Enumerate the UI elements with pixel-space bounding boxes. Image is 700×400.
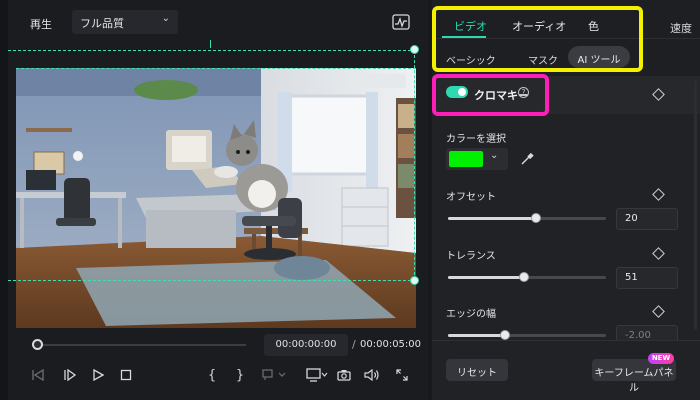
keyframe-diamond-icon[interactable] [652, 247, 665, 260]
inspector-scrollbar[interactable] [694, 80, 697, 330]
mark-in-icon[interactable]: { [202, 364, 222, 386]
slider-fill [448, 334, 505, 337]
chevron-down-icon: ⌄ [161, 13, 170, 24]
guide-right-line [414, 50, 415, 280]
color-picker-dropdown[interactable]: ⌄ [446, 148, 508, 170]
playback-controls: { } [8, 364, 428, 390]
resize-handle-top-right[interactable] [410, 45, 419, 54]
mark-out-icon[interactable]: } [230, 364, 250, 386]
preview-toolbar: 再生 フル品質 ⌄ [8, 0, 428, 44]
time-separator: / [352, 338, 356, 351]
playhead-knob[interactable] [32, 339, 43, 350]
snapshot-icon[interactable] [334, 364, 354, 386]
insert-marker-icon[interactable] [260, 364, 290, 386]
room-cat-scene [16, 68, 416, 328]
waveform-icon[interactable] [392, 14, 410, 30]
inspector-footer: リセット キーフレームパネル NEW [432, 340, 700, 400]
param-value-input[interactable]: 51 [616, 267, 678, 289]
keyframe-diamond-icon[interactable] [652, 188, 665, 201]
param-slider[interactable] [448, 330, 606, 340]
param-label: エッジの幅 [446, 309, 496, 320]
guide-center-tick [210, 40, 211, 48]
reset-button[interactable]: リセット [446, 359, 508, 381]
volume-icon[interactable] [362, 364, 382, 386]
guide-top-line [8, 50, 416, 51]
param-slider[interactable] [448, 213, 606, 223]
stop-icon[interactable] [116, 364, 136, 386]
selected-color-chip [449, 151, 483, 167]
param-slider[interactable] [448, 272, 606, 282]
slider-knob[interactable] [518, 272, 529, 282]
param-label: トレランス [446, 251, 496, 262]
eyedropper-icon[interactable] [520, 152, 534, 166]
play-label: 再生 [30, 18, 52, 31]
total-time: 00:00:05:00 [360, 339, 422, 350]
slider-knob[interactable] [499, 330, 510, 340]
video-canvas[interactable] [16, 68, 416, 328]
play-icon[interactable] [88, 364, 108, 386]
current-time[interactable]: 00:00:00:00 [264, 334, 348, 356]
param-label: オフセット [446, 192, 496, 203]
fullscreen-icon[interactable] [392, 364, 412, 386]
quality-value: フル品質 [80, 17, 124, 30]
param-value-input[interactable]: 20 [616, 208, 678, 230]
timeline-scrubber: 00:00:00:00 / 00:00:05:00 [8, 332, 428, 358]
step-forward-icon[interactable] [60, 364, 80, 386]
previous-frame-icon[interactable] [28, 364, 48, 386]
keyframe-diamond-icon[interactable] [652, 88, 665, 101]
tabs-highlight-box [432, 6, 643, 72]
keyframe-diamond-icon[interactable] [652, 305, 665, 318]
slider-fill [448, 217, 537, 220]
left-gutter [0, 0, 8, 400]
display-settings-icon[interactable] [304, 364, 330, 386]
inspector-panel: ビデオ オーディオ 色 速度 ベーシック マスク AI ツール クロマキー ? … [432, 0, 700, 400]
chevron-down-icon: ⌄ [490, 150, 499, 161]
preview-panel: 再生 フル品質 ⌄ 00:00:00:00 / 00:00:05:00 {} [8, 0, 428, 400]
quality-dropdown[interactable]: フル品質 ⌄ [72, 10, 178, 34]
chroma-key-highlight-box [432, 74, 549, 116]
slider-knob[interactable] [531, 213, 542, 223]
scrub-track[interactable] [38, 344, 246, 346]
color-select-label: カラーを選択 [446, 134, 506, 145]
resize-handle-bottom-right[interactable] [410, 276, 419, 285]
guide-bottom-line [8, 280, 416, 281]
new-badge: NEW [648, 353, 674, 364]
bounding-box-top [16, 68, 416, 69]
tab-speed[interactable]: 速度 [670, 20, 692, 36]
slider-fill [448, 276, 524, 279]
inspector-tabbar: ビデオ オーディオ 色 速度 ベーシック マスク AI ツール [432, 0, 700, 76]
